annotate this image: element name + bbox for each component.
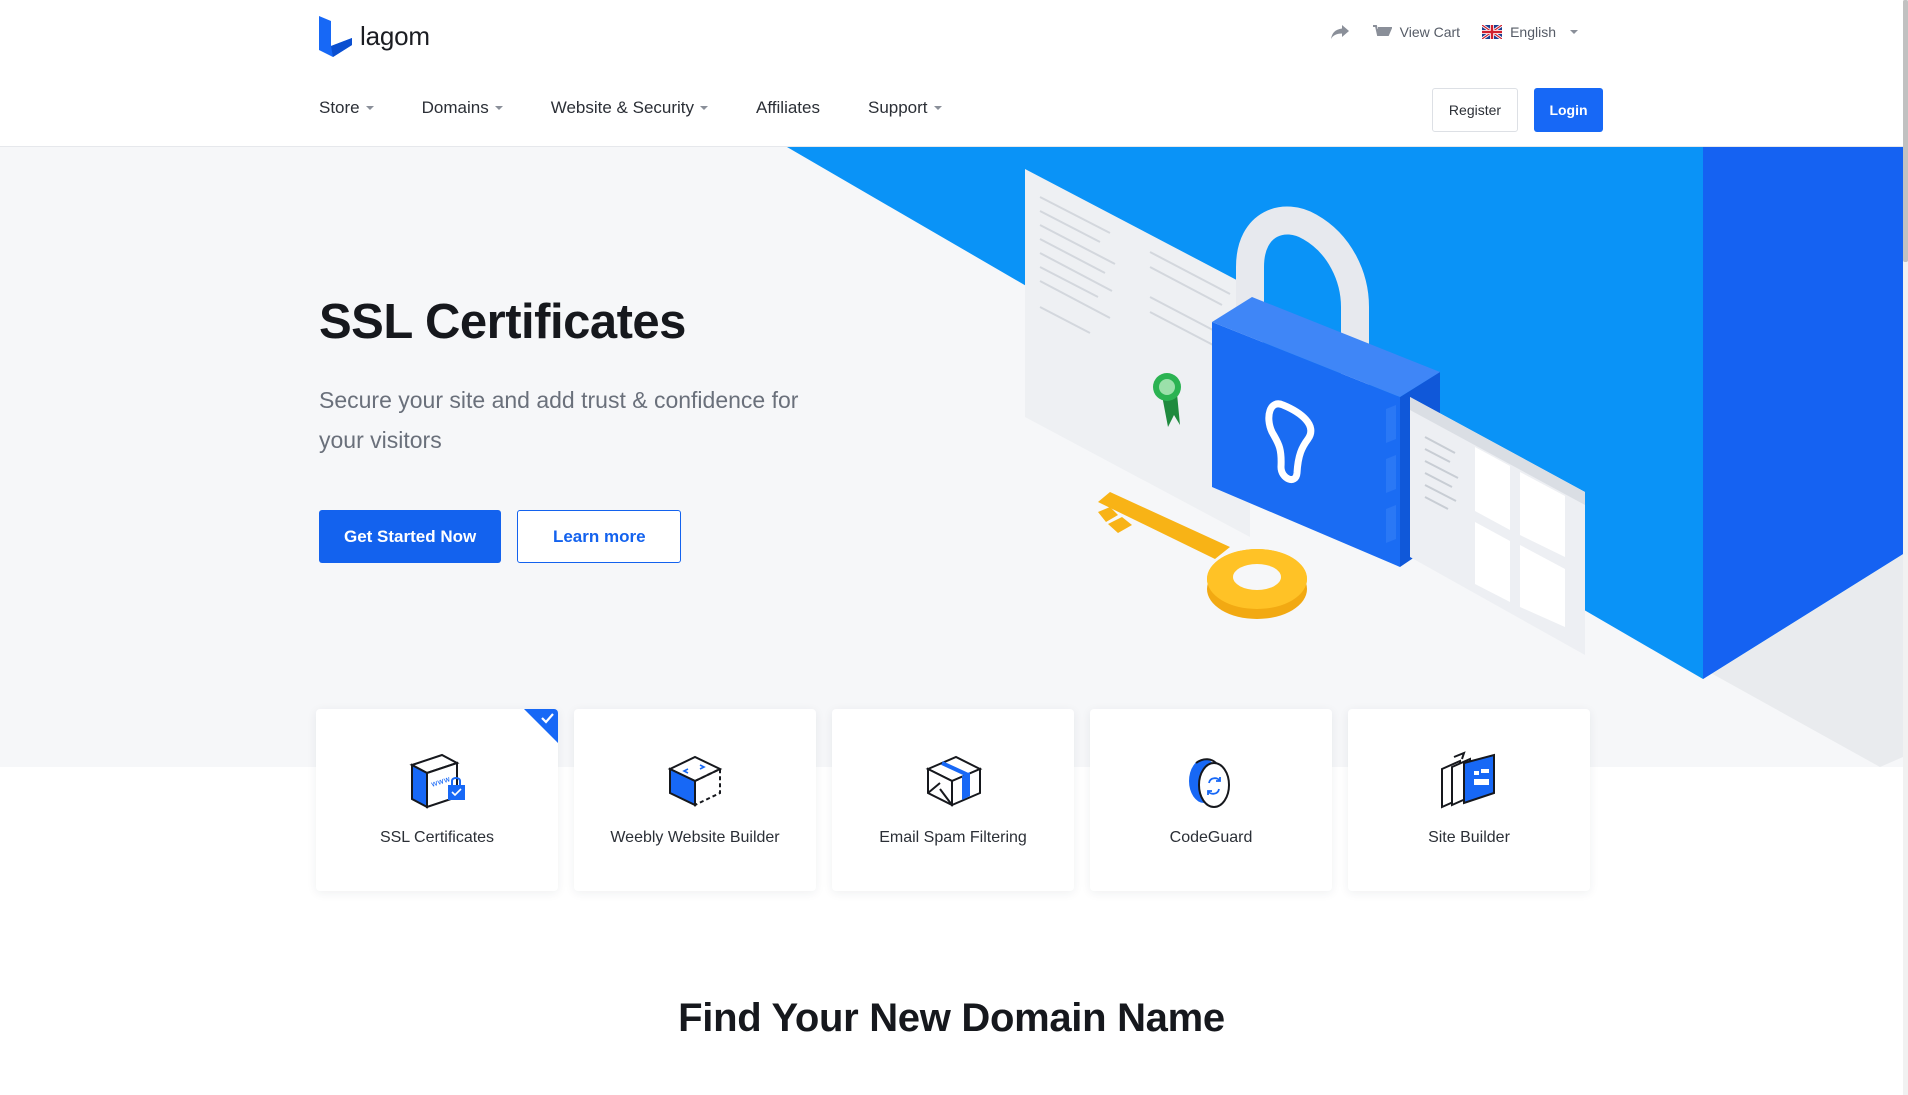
view-cart-label: View Cart	[1399, 24, 1461, 40]
product-card-label: CodeGuard	[1169, 829, 1253, 846]
product-card-site-builder[interactable]: Site Builder	[1348, 709, 1590, 891]
register-button[interactable]: Register	[1432, 88, 1518, 132]
nav-item-label: Support	[867, 98, 928, 117]
site-builder-icon	[1441, 751, 1495, 809]
auth-buttons: Register Login	[1432, 88, 1603, 132]
codeguard-icon	[1189, 758, 1230, 808]
learn-more-button[interactable]: Learn more	[517, 510, 682, 563]
language-selector[interactable]: English	[1482, 24, 1578, 40]
language-label: English	[1510, 24, 1556, 40]
share-icon[interactable]	[1330, 24, 1350, 40]
brand-logo[interactable]: lagom	[319, 16, 430, 57]
nav-item-store[interactable]: Store	[319, 98, 374, 118]
lagom-logo-icon	[319, 16, 352, 57]
login-button[interactable]: Login	[1534, 88, 1603, 132]
product-card-codeguard[interactable]: CodeGuard	[1090, 709, 1332, 891]
site-header: lagom View Cart English Store Domains We…	[0, 0, 1903, 147]
nav-item-label: Affiliates	[756, 98, 820, 117]
product-card-weebly-website-builder[interactable]: Weebly Website Builder	[574, 709, 816, 891]
hero-subtitle: Secure your site and add trust & confide…	[319, 387, 799, 453]
hero-title: SSL Certificates	[319, 295, 686, 349]
product-card-email-spam-filtering[interactable]: Email Spam Filtering	[832, 709, 1074, 891]
page-scrollbar[interactable]	[1903, 0, 1908, 1095]
product-cards: www SSL Certificates Weebly Website Buil…	[316, 709, 1590, 891]
chevron-down-icon	[365, 106, 374, 110]
top-utility-bar: View Cart English	[1330, 24, 1578, 40]
hero-actions: Get Started Now Learn more	[319, 510, 682, 563]
nav-item-domains[interactable]: Domains	[422, 98, 503, 118]
ssl-hero-illustration	[787, 147, 1903, 767]
product-card-label: Weebly Website Builder	[610, 829, 780, 846]
scrollbar-thumb[interactable]	[1903, 0, 1908, 262]
product-card-label: Site Builder	[1428, 829, 1510, 846]
get-started-button[interactable]: Get Started Now	[319, 510, 502, 563]
domain-section-title: Find Your New Domain Name	[678, 996, 1225, 1040]
hero-section: SSL Certificates Secure your site and ad…	[0, 147, 1903, 767]
product-card-label: SSL Certificates	[379, 829, 495, 846]
brand-name: lagom	[360, 21, 430, 51]
cart-icon	[1372, 25, 1392, 36]
chevron-down-icon	[494, 106, 503, 110]
main-navigation: Store Domains Website & Security Affilia…	[319, 98, 942, 118]
nav-item-support[interactable]: Support	[868, 98, 942, 118]
email-envelope-icon	[925, 755, 983, 807]
chevron-down-icon	[700, 106, 709, 110]
website-builder-icon	[667, 755, 723, 807]
nav-item-website-security[interactable]: Website & Security	[550, 98, 709, 118]
product-card-label: Email Spam Filtering	[879, 829, 1027, 846]
chevron-down-icon	[1570, 30, 1578, 34]
product-card-ssl-certificates[interactable]: www SSL Certificates	[316, 709, 558, 891]
selected-check-icon	[524, 709, 558, 743]
ssl-certificate-icon: www	[409, 753, 465, 809]
chevron-down-icon	[933, 106, 942, 110]
nav-item-label: Website & Security	[550, 98, 695, 117]
nav-item-label: Store	[319, 98, 360, 117]
view-cart-link[interactable]: View Cart	[1372, 24, 1460, 40]
uk-flag-icon	[1482, 25, 1503, 39]
nav-item-affiliates[interactable]: Affiliates	[756, 98, 820, 118]
nav-item-label: Domains	[421, 98, 489, 117]
